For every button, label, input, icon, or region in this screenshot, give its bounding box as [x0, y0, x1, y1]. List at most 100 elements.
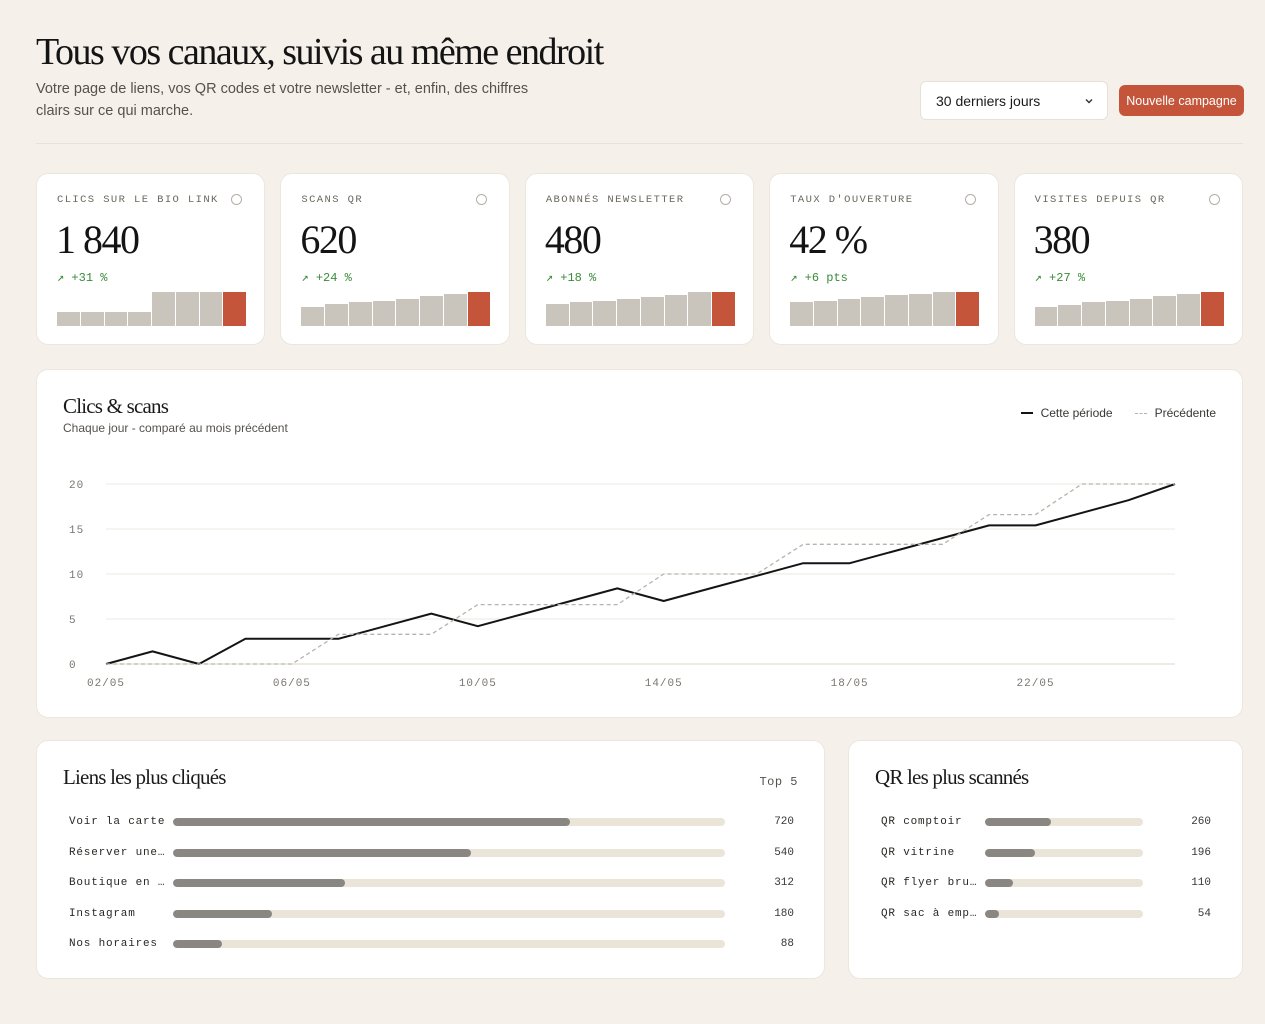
kpi-delta: ↗ +18 % — [545, 271, 597, 285]
x-tick-label: 22/05 — [1017, 678, 1055, 690]
kpi-value: 380 — [1033, 217, 1091, 262]
panel-title: Liens les plus cliqués — [63, 765, 226, 789]
sparkline-bar — [104, 312, 128, 326]
sparkline-bar — [688, 292, 712, 326]
list-item-value: 260 — [1191, 816, 1211, 828]
progress-track — [985, 848, 1143, 857]
kpi-card-newsletter: ABONNÉS NEWSLETTER 480 ↗ +18 % — [524, 173, 755, 345]
list-item[interactable]: Instagram 180 — [37, 907, 826, 921]
info-icon[interactable] — [1209, 194, 1221, 205]
sparkline-bar — [80, 312, 104, 326]
kpi-sparkline — [301, 292, 491, 326]
period-select-value: 30 derniers jours — [936, 92, 1041, 109]
list-item[interactable]: QR vitrine 196 — [849, 846, 1244, 860]
info-icon[interactable] — [475, 194, 487, 205]
kpi-sparkline — [1034, 292, 1224, 326]
sparkline-bar — [1058, 304, 1082, 326]
progress-fill — [173, 848, 472, 857]
sparkline-bar — [837, 298, 861, 326]
sparkline-bar — [1177, 293, 1200, 326]
list-item-label: Nos horaires — [69, 938, 158, 950]
y-tick-label: 10 — [69, 570, 84, 582]
x-tick-label: 02/05 — [87, 678, 125, 690]
sparkline-bar — [372, 300, 396, 326]
sparkline-bar — [152, 292, 175, 326]
panel-title: QR les plus scannés — [875, 765, 1029, 789]
progress-fill — [173, 940, 222, 948]
sparkline-bar — [199, 292, 223, 326]
page-subtitle: Votre page de liens, vos QR codes et vot… — [36, 81, 529, 119]
kpi-card-qr-scans: SCANS QR 620 ↗ +24 % — [280, 173, 510, 345]
sparkline-bar — [885, 295, 908, 326]
sparkline-bar — [57, 312, 80, 326]
sparkline-bar — [932, 292, 956, 326]
kpi-label: TAUX D'OUVERTURE — [790, 194, 914, 206]
x-tick-label: 14/05 — [645, 678, 683, 690]
progress-fill — [985, 848, 1035, 857]
list-item[interactable]: Nos horaires 88 — [37, 937, 826, 951]
sparkline-bar — [467, 292, 491, 326]
list-item-label: QR comptoir — [881, 816, 963, 828]
sparkline-bar — [956, 292, 980, 326]
info-icon[interactable] — [964, 194, 976, 205]
progress-track — [985, 909, 1143, 918]
panel-title: Clics & scans — [63, 394, 169, 418]
list-item-label: Voir la carte — [69, 816, 166, 828]
kpi-value: 42 % — [789, 217, 868, 262]
list-item[interactable]: Voir la carte 720 — [37, 815, 826, 829]
progress-track — [173, 940, 725, 948]
new-campaign-button[interactable]: Nouvelle campagne — [1119, 85, 1244, 116]
legend-swatch-current — [1020, 412, 1033, 414]
chart-legend: Cette période Précédente — [1020, 406, 1216, 420]
period-select[interactable]: 30 derniers jours — [920, 81, 1108, 120]
sparkline-bar — [1129, 298, 1153, 326]
list-item[interactable]: QR flyer bru… 110 — [849, 876, 1244, 890]
list-item-label: QR flyer bru… — [881, 877, 978, 889]
list-item-label: QR vitrine — [881, 846, 956, 859]
list-item-label: Instagram — [69, 907, 136, 920]
progress-fill — [173, 879, 346, 887]
sparkline-bar — [593, 300, 617, 326]
legend-label-previous: Précédente — [1154, 406, 1216, 420]
kpi-label: VISITES DEPUIS QR — [1034, 194, 1166, 206]
sparkline-bar — [396, 298, 420, 326]
top-badge: Top 5 — [759, 775, 798, 789]
sparkline-bar — [861, 297, 885, 326]
x-tick-label: 06/05 — [273, 678, 311, 690]
progress-track — [985, 879, 1143, 887]
list-item[interactable]: QR comptoir 260 — [849, 815, 1244, 829]
chevron-down-icon — [1085, 98, 1093, 103]
progress-fill — [985, 818, 1052, 826]
sparkline-bar — [301, 307, 325, 326]
sparkline-bar — [813, 300, 837, 326]
progress-track — [173, 879, 725, 887]
kpi-card-open-rate: TAUX D'OUVERTURE 42 % ↗ +6 pts — [769, 173, 999, 345]
list-item-label: Réserver une… — [69, 846, 166, 859]
x-tick-label: 18/05 — [831, 678, 869, 690]
kpi-delta: ↗ +24 % — [301, 271, 352, 285]
list-item-label: Boutique en … — [69, 877, 166, 889]
progress-fill — [173, 909, 273, 918]
list-item[interactable]: QR sac à emp… 54 — [849, 907, 1244, 921]
list-item-value: 110 — [1191, 877, 1211, 889]
progress-fill — [985, 909, 999, 918]
sparkline-bar — [348, 302, 372, 326]
x-tick-label: 10/05 — [459, 678, 497, 690]
sparkline-bar — [1105, 300, 1129, 326]
kpi-label: CLICS SUR LE BIO LINK — [57, 194, 219, 206]
y-tick-label: 5 — [69, 615, 77, 627]
kpi-label: ABONNÉS NEWSLETTER — [545, 194, 685, 206]
y-tick-label: 0 — [69, 660, 77, 672]
list-item[interactable]: Réserver une… 540 — [37, 846, 826, 860]
info-icon[interactable] — [720, 194, 732, 205]
kpi-value: 480 — [544, 217, 602, 262]
list-item[interactable]: Boutique en … 312 — [37, 876, 826, 890]
legend-label-current: Cette période — [1040, 406, 1113, 420]
list-item-value: 54 — [1197, 907, 1211, 920]
sparkline-bar — [712, 292, 735, 326]
sparkline-bar — [664, 295, 688, 326]
sparkline-bar — [617, 298, 640, 326]
info-icon[interactable] — [231, 194, 243, 205]
progress-fill — [985, 879, 1014, 887]
sparkline-bar — [1153, 296, 1177, 326]
